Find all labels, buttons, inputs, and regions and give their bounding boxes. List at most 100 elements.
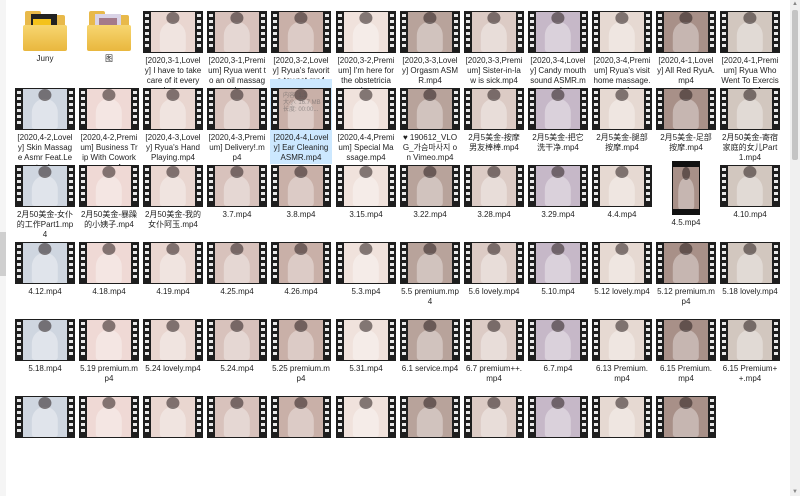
video-thumbnail-icon: [15, 242, 75, 284]
video-file-item[interactable]: 5.31.mp4: [335, 310, 397, 375]
video-file-item[interactable]: 5.24.mp4: [206, 310, 268, 375]
video-thumbnail-icon: [656, 242, 716, 284]
video-file-item[interactable]: [2020,3-2,Lovely] Ryua's favorite toy.ne…: [270, 2, 332, 87]
video-file-item[interactable]: [399, 387, 461, 442]
video-file-item[interactable]: 3.28.mp4: [463, 156, 525, 221]
scroll-down-arrow-icon[interactable]: ▼: [790, 488, 800, 496]
video-file-item[interactable]: 5.18 lovely.mp4: [719, 233, 781, 298]
video-thumbnail-icon: [592, 319, 652, 361]
video-thumbnail-icon: [464, 319, 524, 361]
video-file-item[interactable]: 6.15 Premium.mp4: [655, 310, 717, 385]
video-file-item[interactable]: [206, 387, 268, 442]
tooltip-line: 长度: 00:00...: [283, 107, 319, 113]
video-file-item[interactable]: 2月50美金-暴躁的小姨子.mp4: [78, 156, 140, 231]
video-thumbnail-icon: [656, 396, 716, 438]
file-name-label: 6.7 premium++.mp4: [465, 364, 523, 383]
video-file-item[interactable]: [2020,4-3,Lovely] Ryua's Hand Playing.mp…: [142, 79, 204, 164]
file-name-label: 3.28.mp4: [477, 210, 511, 219]
hover-tooltip: 内容: 1.1 大小: 16.7 MB 长度: 00:00...: [283, 93, 321, 114]
video-file-item[interactable]: 6.13 Premium.mp4: [591, 310, 653, 385]
video-file-item[interactable]: 6.15 Premium++.mp4: [719, 310, 781, 385]
video-thumbnail-icon: [400, 319, 460, 361]
video-file-item[interactable]: [2020,4-3,Premium] Delivery!.mp4: [206, 79, 268, 164]
video-thumbnail-icon: [143, 165, 203, 207]
file-name-label: 5.12 premium.mp4: [657, 287, 715, 306]
video-file-item[interactable]: 4.12.mp4: [14, 233, 76, 298]
scroll-thumb[interactable]: [792, 10, 798, 160]
video-file-item[interactable]: [655, 387, 717, 442]
video-file-item[interactable]: [591, 387, 653, 442]
file-name-label: 3.22.mp4: [413, 210, 447, 219]
video-thumbnail-icon: [143, 396, 203, 438]
vertical-scrollbar[interactable]: ▲ ▼: [790, 0, 800, 496]
video-file-item[interactable]: [78, 387, 140, 442]
video-thumbnail-icon: [207, 396, 267, 438]
video-file-item[interactable]: 4.18.mp4: [78, 233, 140, 298]
video-file-item[interactable]: 6.7 premium++.mp4: [463, 310, 525, 385]
video-thumbnail-icon: [464, 165, 524, 207]
video-file-item[interactable]: [142, 387, 204, 442]
video-file-item[interactable]: 6.7.mp4: [527, 310, 589, 375]
pane-splitter[interactable]: [0, 232, 6, 276]
video-file-item[interactable]: 4.25.mp4: [206, 233, 268, 298]
folder-icon: [23, 11, 67, 51]
video-file-item[interactable]: 5.5 premium.mp4: [399, 233, 461, 308]
video-file-item[interactable]: 5.6 lovely.mp4: [463, 233, 525, 298]
video-file-item[interactable]: 3.8.mp4: [270, 156, 332, 221]
video-thumbnail-icon: [79, 242, 139, 284]
video-thumbnail-icon: [207, 319, 267, 361]
video-file-item[interactable]: 3.29.mp4: [527, 156, 589, 221]
video-file-item[interactable]: 2月5美金-足部按摩.mp4: [655, 79, 717, 154]
video-file-item[interactable]: [2020,3-3,Lovely] Orgasm ASMR.mp4: [399, 2, 461, 87]
video-file-item[interactable]: 2月50美金-女仆的工作Part1.mp4: [14, 156, 76, 241]
video-file-item[interactable]: 3.22.mp4: [399, 156, 461, 221]
video-thumbnail-icon: [79, 396, 139, 438]
video-file-item[interactable]: 5.24 lovely.mp4: [142, 310, 204, 375]
video-file-item[interactable]: [2020,4-4,Premium] Special Massage.mp4: [335, 79, 397, 164]
video-thumbnail-icon: [464, 242, 524, 284]
video-file-item[interactable]: 3.15.mp4: [335, 156, 397, 221]
video-file-item[interactable]: 5.3.mp4: [335, 233, 397, 298]
video-file-item[interactable]: 2月50美金-我的女仆阿玉.mp4: [142, 156, 204, 231]
video-thumbnail-icon: [207, 165, 267, 207]
video-file-item[interactable]: 内容: 1.1 大小: 16.7 MB 长度: 00:00... [2020,4-4,…: [270, 79, 332, 164]
video-file-item[interactable]: 4.5.mp4: [655, 156, 717, 229]
file-name-label: 2月50美金-我的女仆阿玉.mp4: [144, 210, 201, 229]
video-file-item[interactable]: 2月5美金-把它洗干净.mp4: [527, 79, 589, 154]
video-file-item[interactable]: 2月5美金-腿部按摩.mp4: [591, 79, 653, 154]
scroll-up-arrow-icon[interactable]: ▲: [790, 0, 800, 8]
video-file-item[interactable]: 4.26.mp4: [270, 233, 332, 298]
folder-item[interactable]: Juny: [14, 2, 76, 65]
video-thumbnail-icon: [207, 88, 267, 130]
video-file-item[interactable]: 5.18.mp4: [14, 310, 76, 375]
video-file-item[interactable]: [2020,4-1,Lovely] All Red RyuA.mp4: [655, 2, 717, 87]
file-name-label: 4.4.mp4: [607, 210, 637, 219]
video-file-item[interactable]: 5.10.mp4: [527, 233, 589, 298]
file-name-label: 5.18 lovely.mp4: [722, 287, 778, 296]
video-file-item[interactable]: 5.19 premium.mp4: [78, 310, 140, 385]
file-name-label: 6.15 Premium++.mp4: [722, 364, 778, 383]
video-file-item[interactable]: 2月5美金-按摩男友棒棒.mp4: [463, 79, 525, 154]
video-file-item[interactable]: [14, 387, 76, 442]
video-file-item[interactable]: 4.10.mp4: [719, 156, 781, 221]
video-file-item[interactable]: 4.19.mp4: [142, 233, 204, 298]
video-file-item[interactable]: 4.4.mp4: [591, 156, 653, 221]
video-file-item[interactable]: [527, 387, 589, 442]
video-file-item[interactable]: [463, 387, 525, 442]
video-file-item[interactable]: 6.1 service.mp4: [399, 310, 461, 375]
video-file-item[interactable]: 5.25 premium.mp4: [270, 310, 332, 385]
video-file-item[interactable]: [2020,3-3,Premium] Sister-in-law is sick…: [463, 2, 525, 87]
folder-item[interactable]: 图: [78, 2, 140, 65]
video-file-item[interactable]: [335, 387, 397, 442]
video-file-item[interactable]: ♥ 190612_VLOG_가슴마사지 on Vimeo.mp4: [399, 79, 461, 164]
video-file-item[interactable]: 5.12 lovely.mp4: [591, 233, 653, 298]
video-thumbnail-icon: [656, 319, 716, 361]
video-file-item[interactable]: 3.7.mp4: [206, 156, 268, 221]
video-file-item[interactable]: 5.12 premium.mp4: [655, 233, 717, 308]
file-name-label: 5.3.mp4: [351, 287, 381, 296]
video-file-item[interactable]: [270, 387, 332, 442]
file-grid: Juny 图 [2020,3-1,Lovely] I have to take ca…: [14, 0, 796, 496]
video-file-item[interactable]: 2月50美金-寄宿家庭的女儿Part1.mp4: [719, 79, 781, 164]
video-thumbnail-icon: [720, 319, 780, 361]
video-thumbnail-icon: [400, 165, 460, 207]
